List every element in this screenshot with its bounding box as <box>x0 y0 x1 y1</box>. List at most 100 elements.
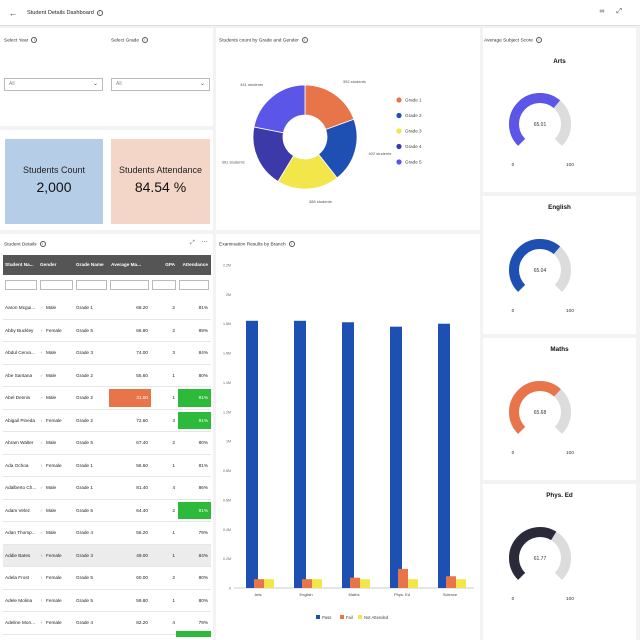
table-row[interactable]: Adele Molina ♀ Female Grade 5 59.80 1 80% <box>3 589 211 613</box>
table-row[interactable]: Adan Thomp... ♂ Male Grade 4 56.20 1 79% <box>3 522 211 545</box>
bar-fail[interactable] <box>446 576 456 588</box>
bar-pass[interactable] <box>294 320 306 588</box>
female-symbol-icon: ♀ <box>40 462 43 468</box>
table-row[interactable]: Adela Frost ♀ Female Grade 5 60.00 2 80% <box>3 567 211 590</box>
column-filter-input[interactable] <box>179 280 209 290</box>
bar-pass[interactable] <box>390 326 402 588</box>
column-header[interactable]: Average Ma... <box>109 255 151 275</box>
legend-marker[interactable] <box>396 128 402 134</box>
legend-label[interactable]: Pass <box>322 615 331 620</box>
legend-label[interactable]: Grade 4 <box>405 144 422 149</box>
donut-slice[interactable] <box>253 84 306 134</box>
table-cell: 1 <box>172 462 175 468</box>
column-filter-input[interactable] <box>39 280 73 290</box>
legend-marker[interactable] <box>396 159 402 165</box>
year-select[interactable]: All ⌄ <box>4 78 103 91</box>
info-icon[interactable]: i <box>301 37 308 43</box>
legend-marker[interactable] <box>316 615 320 619</box>
bar-pass[interactable] <box>438 323 450 588</box>
legend-marker[interactable] <box>358 615 362 619</box>
legend-label[interactable]: Fail <box>346 615 353 620</box>
legend-marker[interactable] <box>396 97 402 103</box>
bar-not-attended[interactable] <box>264 579 274 588</box>
table-cell: Abram Walter <box>5 440 34 445</box>
table-row[interactable]: Aaron Mcgui... ♂ Male Grade 1 68.20 2 81% <box>3 297 211 320</box>
bar-pass[interactable] <box>342 322 354 588</box>
table-cell: 68.20 <box>136 305 148 310</box>
legend-label[interactable]: Not Attended <box>364 615 389 620</box>
info-icon[interactable]: i <box>142 37 148 43</box>
bar-not-attended[interactable] <box>312 579 322 588</box>
bar-fail[interactable] <box>302 579 312 588</box>
column-header[interactable]: Attendance <box>178 255 211 275</box>
y-tick-label: 0.8M <box>223 469 231 473</box>
table-cell: 3 <box>172 350 175 355</box>
gauge-fill <box>509 93 561 146</box>
info-icon[interactable]: i <box>39 241 46 247</box>
bar-fail[interactable] <box>398 568 408 588</box>
table-row[interactable]: Abram Walter ♂ Male Grade 5 67.40 2 80% <box>3 432 211 455</box>
legend-label[interactable]: Grade 2 <box>405 113 422 118</box>
table-row[interactable]: Ada Ochoa ♀ Female Grade 1 56.60 1 81% <box>3 454 211 478</box>
info-icon[interactable]: i <box>31 37 38 43</box>
column-filter-input[interactable] <box>75 280 108 290</box>
table-cell: Grade 5 <box>76 440 93 445</box>
column-filter-input[interactable] <box>152 280 177 290</box>
back-arrow-icon[interactable]: ← <box>3 8 23 18</box>
y-tick-label: 1.8M <box>223 322 231 326</box>
x-tick-label: Maths <box>349 592 360 597</box>
x-tick-label: Science <box>443 592 458 597</box>
bar-fail[interactable] <box>254 579 264 588</box>
info-icon[interactable]: i <box>96 9 103 16</box>
column-header[interactable]: Gender <box>38 255 74 275</box>
bar-pass[interactable] <box>246 320 258 588</box>
table-row[interactable]: Addie Bates ♀ Female Grade 3 49.00 1 84% <box>3 544 211 568</box>
kpi-label: Students Attendance <box>118 165 203 175</box>
info-icon[interactable]: i <box>288 241 295 247</box>
info-icon[interactable]: i <box>535 37 542 43</box>
table-row[interactable]: Abdul Cerva... ♂ Male Grade 3 74.00 3 84% <box>3 342 211 365</box>
table-row[interactable]: Abby Buckley ♀ Female Grade 5 66.80 2 89% <box>3 319 211 343</box>
column-header[interactable]: Grade Name <box>74 255 109 275</box>
grade-select[interactable]: All ⌄ <box>111 78 210 91</box>
legend-marker[interactable] <box>340 615 344 619</box>
bar-not-attended[interactable] <box>360 579 370 588</box>
column-filter-row <box>3 278 211 292</box>
gauge-min: 0 <box>512 596 515 602</box>
column-filter-input[interactable] <box>5 280 37 290</box>
column-filter-input[interactable] <box>110 280 150 290</box>
table-cell: Grade 1 <box>76 485 93 490</box>
female-symbol-icon: ♀ <box>40 620 43 625</box>
table-cell: 66.80 <box>136 327 148 333</box>
bar-fail[interactable] <box>350 577 360 588</box>
column-header[interactable]: Student Na... <box>3 255 38 275</box>
table-row[interactable]: Abe Santana ♂ Male Grade 2 55.60 1 80% <box>3 364 211 388</box>
legend-label[interactable]: Grade 5 <box>405 160 422 165</box>
donut-slice-label: 441 students <box>240 82 263 87</box>
column-header[interactable]: GPA <box>151 255 178 275</box>
table-cell: ♂ Male <box>40 507 57 513</box>
table-row[interactable]: Adalberto Ch... ♂ Male Grade 1 81.40 4 86% <box>3 477 211 500</box>
table-cell: Aaron Mcgui... <box>5 305 36 310</box>
legend-label[interactable]: Grade 3 <box>405 129 422 134</box>
legend-marker[interactable] <box>396 112 402 119</box>
table-row[interactable]: Abel Dennis ♂ Male Grade 2 31.00 1 91% <box>3 387 211 410</box>
table-row[interactable]: Abigail Pineda ♀ Female Grade 2 72.60 3 91% <box>3 409 211 433</box>
legend-marker[interactable] <box>396 143 402 150</box>
table-cell: Adela Frost <box>5 575 29 580</box>
legend-label[interactable]: Grade 1 <box>405 98 422 103</box>
bar-not-attended[interactable] <box>456 579 466 588</box>
table-cell: 84% <box>198 552 208 558</box>
more-options-icon[interactable]: ⋯ <box>201 238 208 246</box>
table-row[interactable]: Adam Velez ♂ Male Grade 5 64.40 2 91% <box>3 499 211 523</box>
bar-not-attended[interactable] <box>408 579 418 588</box>
table-cell: Abdul Cerva... <box>5 350 35 355</box>
x-tick-label: English <box>299 592 312 597</box>
table-cell: Adam Velez <box>5 507 31 513</box>
expand-icon[interactable]: ⤢ <box>190 240 195 247</box>
binoculars-icon[interactable]: ∞ <box>599 8 604 16</box>
table-cell: 1 <box>172 372 175 378</box>
table-cell: 84% <box>198 350 208 355</box>
collapse-icon[interactable]: ⤢ <box>616 8 622 16</box>
table-cell: 91% <box>178 501 211 520</box>
